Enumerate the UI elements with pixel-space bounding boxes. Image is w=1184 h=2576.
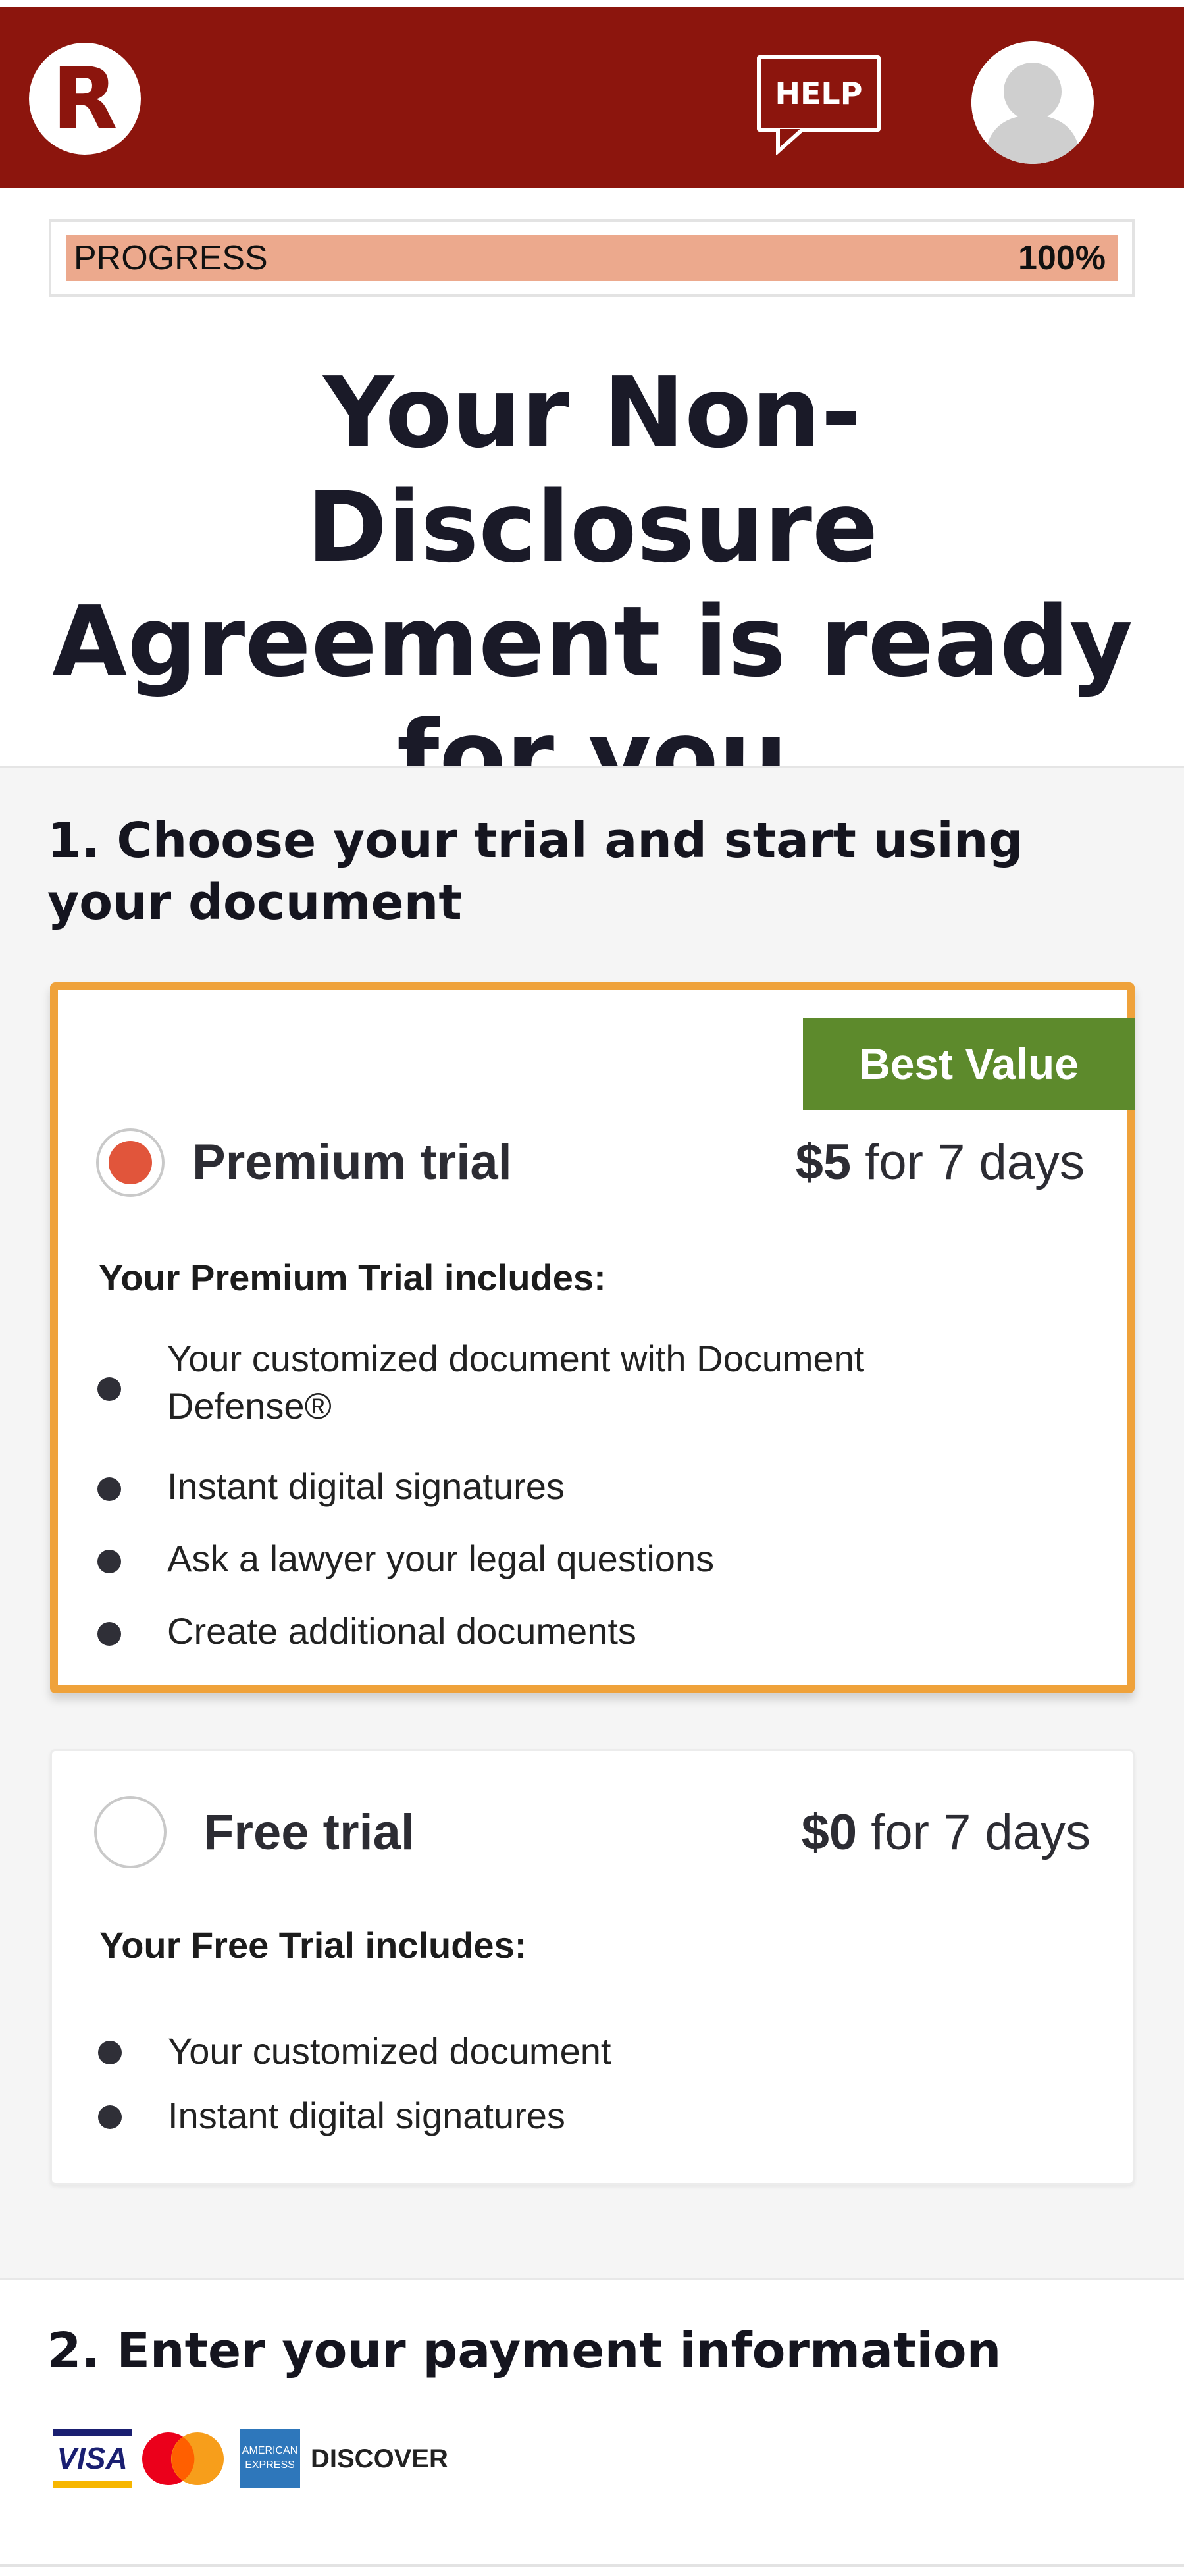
- bullet-icon: [97, 1377, 121, 1401]
- progress-track: PROGRESS 100%: [66, 235, 1118, 281]
- progress-value: 100%: [1018, 239, 1106, 277]
- free-trial-name: Free trial: [203, 1804, 415, 1860]
- premium-trial-radio[interactable]: [96, 1128, 165, 1197]
- user-avatar-icon[interactable]: [971, 41, 1094, 164]
- best-value-badge: Best Value: [803, 1018, 1135, 1110]
- bullet-icon: [98, 2105, 122, 2129]
- free-feature-2: Instant digital signatures: [168, 2095, 565, 2136]
- amex-logo-icon: AMERICAN EXPRESS: [240, 2429, 300, 2488]
- free-price-period: for 7 days: [871, 1804, 1091, 1860]
- premium-price-amount: $5: [795, 1134, 852, 1190]
- free-price-amount: $0: [801, 1804, 858, 1860]
- bullet-icon: [98, 2041, 122, 2064]
- premium-trial-price: $5 for 7 days: [796, 1134, 1085, 1191]
- mastercard-logo-icon: [140, 2429, 226, 2488]
- progress-label: PROGRESS: [74, 239, 268, 277]
- radio-selected-dot: [109, 1141, 152, 1184]
- brand-logo[interactable]: R: [29, 43, 141, 155]
- discover-logo-icon: DISCOVER: [311, 2444, 448, 2473]
- premium-feature-4: Create additional documents: [167, 1610, 636, 1652]
- section-title-payment: 2. Enter your payment information: [47, 2323, 1002, 2379]
- top-header: R HELP: [0, 7, 1184, 188]
- free-trial-price: $0 for 7 days: [802, 1804, 1091, 1861]
- section-title-choose-trial: 1. Choose your trial and start using you…: [47, 812, 1023, 931]
- bottom-divider: [0, 2564, 1184, 2567]
- free-trial-card[interactable]: Free trial $0 for 7 days Your Free Trial…: [50, 1749, 1135, 2185]
- bullet-icon: [97, 1550, 121, 1573]
- premium-feature-3: Ask a lawyer your legal questions: [167, 1538, 715, 1579]
- bullet-icon: [97, 1622, 121, 1646]
- page-title: Your Non-Disclosure Agreement is ready f…: [51, 356, 1133, 813]
- free-feature-1: Your customized document: [168, 2030, 611, 2072]
- premium-includes-label: Your Premium Trial includes:: [99, 1257, 606, 1298]
- premium-trial-name: Premium trial: [192, 1134, 512, 1190]
- visa-logo-icon: VISA: [53, 2429, 132, 2488]
- free-trial-radio[interactable]: [94, 1796, 167, 1868]
- bullet-icon: [97, 1477, 121, 1501]
- premium-feature-1: Your customized document with Document D…: [167, 1338, 865, 1427]
- premium-trial-card[interactable]: Best Value Premium trial $5 for 7 days Y…: [50, 982, 1135, 1693]
- help-button[interactable]: HELP: [757, 55, 881, 132]
- premium-feature-2: Instant digital signatures: [167, 1465, 565, 1507]
- premium-price-period: for 7 days: [865, 1134, 1085, 1190]
- free-includes-label: Your Free Trial includes:: [99, 1924, 527, 1966]
- logo-letter: R: [51, 49, 118, 149]
- progress-bar: PROGRESS 100%: [49, 219, 1135, 297]
